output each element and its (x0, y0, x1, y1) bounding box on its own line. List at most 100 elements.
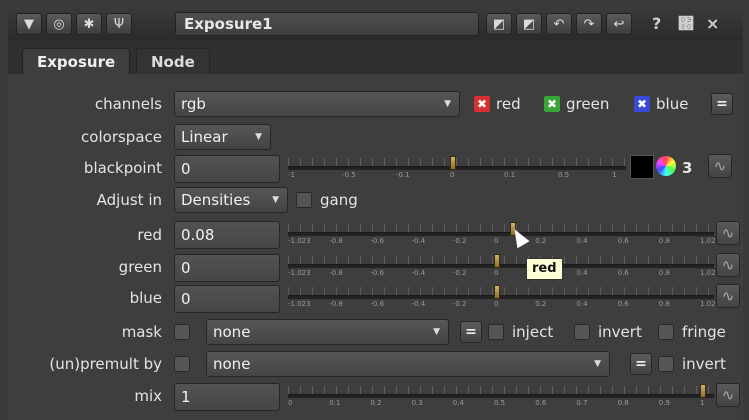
mix-input[interactable]: 1 (174, 383, 280, 411)
unpremult-invert-checkbox[interactable] (658, 356, 674, 372)
slider-ticks (288, 256, 714, 264)
tab-exposure[interactable]: Exposure (22, 48, 131, 74)
slider-track (288, 264, 714, 268)
blue-slider[interactable]: -1.023 -0.8 -0.6 -0.4 -0.2 0 0.2 0.4 0.6 0.8 1.023 (288, 281, 720, 311)
chevron-down-icon: ▼ (594, 359, 601, 369)
channels-dropdown[interactable]: rgb ▼ (174, 91, 460, 117)
revert-icon[interactable]: ↩ (606, 13, 632, 35)
colorspace-value: Linear (181, 128, 228, 146)
green-channel-checkbox[interactable]: ✖ (544, 96, 560, 112)
slider-tick-label: -0.2 (452, 237, 467, 245)
gang-label: gang (320, 191, 358, 209)
slider-tick-label: -1.023 (288, 300, 311, 308)
mix-label: mix (134, 387, 162, 405)
mask-checkbox[interactable] (174, 324, 190, 340)
blue-label: blue (129, 289, 162, 307)
float-icon[interactable]: ΀ (678, 14, 694, 33)
slider-tick-label: -0.4 (411, 269, 426, 277)
mix-slider[interactable]: 0 0.1 0.2 0.3 0.4 0.5 0.6 0.7 0.8 0.9 1 (288, 380, 714, 410)
slider-tick-label: 0.2 (535, 237, 547, 245)
wrench-icon[interactable]: Ψ (106, 13, 132, 35)
tooltip: red (526, 258, 563, 280)
color-swatch-icon[interactable]: ◩ (486, 13, 512, 35)
gang-checkbox[interactable] (296, 192, 312, 208)
channels-link-button[interactable]: = (711, 93, 733, 115)
inject-label: inject (512, 323, 554, 341)
slider-tick-label: 0.8 (617, 399, 629, 407)
color-swatch-2-icon[interactable]: ◩ (516, 13, 542, 35)
ladybug-icon[interactable]: ✱ (76, 13, 102, 35)
color-swatch-button[interactable] (630, 155, 654, 179)
slider-tick-label: -0.2 (452, 300, 467, 308)
chevron-down-icon: ▼ (255, 132, 262, 142)
red-channel-label: red (496, 95, 521, 113)
slider-ticks (288, 386, 714, 394)
unpremult-checkbox[interactable] (174, 356, 190, 372)
red-slider[interactable]: -1.023 -0.8 -0.6 -0.4 -0.2 0 0.2 0.4 0.6 0.8 1.023 (288, 218, 720, 248)
mask-invert-checkbox[interactable] (574, 324, 590, 340)
adjust-in-label: Adjust in (96, 191, 162, 209)
red-input[interactable]: 0.08 (174, 221, 280, 249)
channels-value: rgb (181, 95, 206, 113)
red-channel-checkbox[interactable]: ✖ (474, 96, 490, 112)
curve-icon[interactable]: ∿ (708, 154, 732, 178)
unpremult-label: (un)premult by (49, 355, 162, 373)
slider-tick-label: 0.6 (617, 300, 629, 308)
mask-invert-label: invert (598, 323, 642, 341)
blackpoint-slider[interactable]: -1 -0.5 -0.1 0 0.1 0.5 1 (288, 152, 626, 182)
mask-value: none (213, 323, 251, 341)
slider-tick-label: 0.6 (617, 269, 629, 277)
exposure-panel: channels rgb ▼ ✖ red ✖ green ✖ blue = co… (8, 74, 743, 420)
unpremult-dropdown[interactable]: none ▼ (206, 351, 610, 377)
help-icon[interactable]: ? (652, 14, 661, 33)
chevron-down-icon: ▼ (433, 327, 440, 337)
slider-tick-label: 1 (612, 171, 617, 179)
unpremult-link-button[interactable]: = (630, 353, 652, 375)
redo-icon[interactable]: ↷ (576, 13, 602, 35)
blue-input[interactable]: 0 (174, 285, 280, 313)
colorspace-label: colorspace (81, 128, 162, 146)
slider-handle[interactable] (700, 384, 706, 398)
tab-node[interactable]: Node (136, 48, 210, 74)
slider-tick-label: 0 (494, 237, 499, 245)
slider-handle[interactable] (450, 156, 456, 170)
inject-checkbox[interactable] (488, 324, 504, 340)
curve-icon[interactable]: ∿ (716, 383, 740, 407)
node-name-field[interactable]: Exposure1 (175, 12, 479, 36)
slider-handle[interactable] (494, 285, 500, 299)
mask-link-button[interactable]: = (460, 321, 482, 343)
green-input[interactable]: 0 (174, 254, 280, 282)
slider-tick-label: 0.6 (617, 237, 629, 245)
fringe-checkbox[interactable] (658, 324, 674, 340)
slider-tick-label: -0.8 (329, 237, 343, 245)
slider-tick-label: -0.8 (329, 300, 343, 308)
undo-icon[interactable]: ↶ (546, 13, 572, 35)
unpremult-invert-label: invert (682, 355, 726, 373)
curve-icon[interactable]: ∿ (716, 253, 740, 277)
menu-triangle-icon[interactable]: ▼ (16, 13, 42, 35)
mask-dropdown[interactable]: none ▼ (206, 319, 449, 345)
slider-tick-label: -0.4 (411, 237, 426, 245)
blackpoint-input[interactable]: 0 (174, 155, 280, 183)
channel-count[interactable]: 3 (682, 159, 692, 177)
adjust-in-dropdown[interactable]: Densities ▼ (174, 187, 288, 213)
slider-tick-label: 0.5 (558, 171, 570, 179)
adjust-in-value: Densities (181, 191, 251, 209)
slider-tick-label: -0.2 (452, 269, 467, 277)
slider-track (288, 166, 626, 170)
slider-tick-label: -1 (288, 171, 295, 179)
green-label: green (118, 258, 162, 276)
slider-tick-label: 0 (494, 300, 499, 308)
slider-ticks (288, 287, 714, 295)
curve-icon[interactable]: ∿ (716, 221, 740, 245)
blue-channel-checkbox[interactable]: ✖ (634, 96, 650, 112)
slider-handle[interactable] (494, 254, 500, 268)
colorspace-dropdown[interactable]: Linear ▼ (174, 124, 271, 150)
color-wheel-icon[interactable] (656, 156, 676, 176)
target-icon[interactable]: ◎ (46, 13, 72, 35)
close-icon[interactable]: × (706, 14, 719, 33)
slider-tick-label: 0.9 (658, 399, 670, 407)
curve-icon[interactable]: ∿ (716, 284, 740, 308)
slider-tick-label: -0.4 (411, 300, 426, 308)
green-slider[interactable]: -1.023-0.8-0.6-0.4-0.200.20.40.60.81.023 (288, 250, 720, 280)
